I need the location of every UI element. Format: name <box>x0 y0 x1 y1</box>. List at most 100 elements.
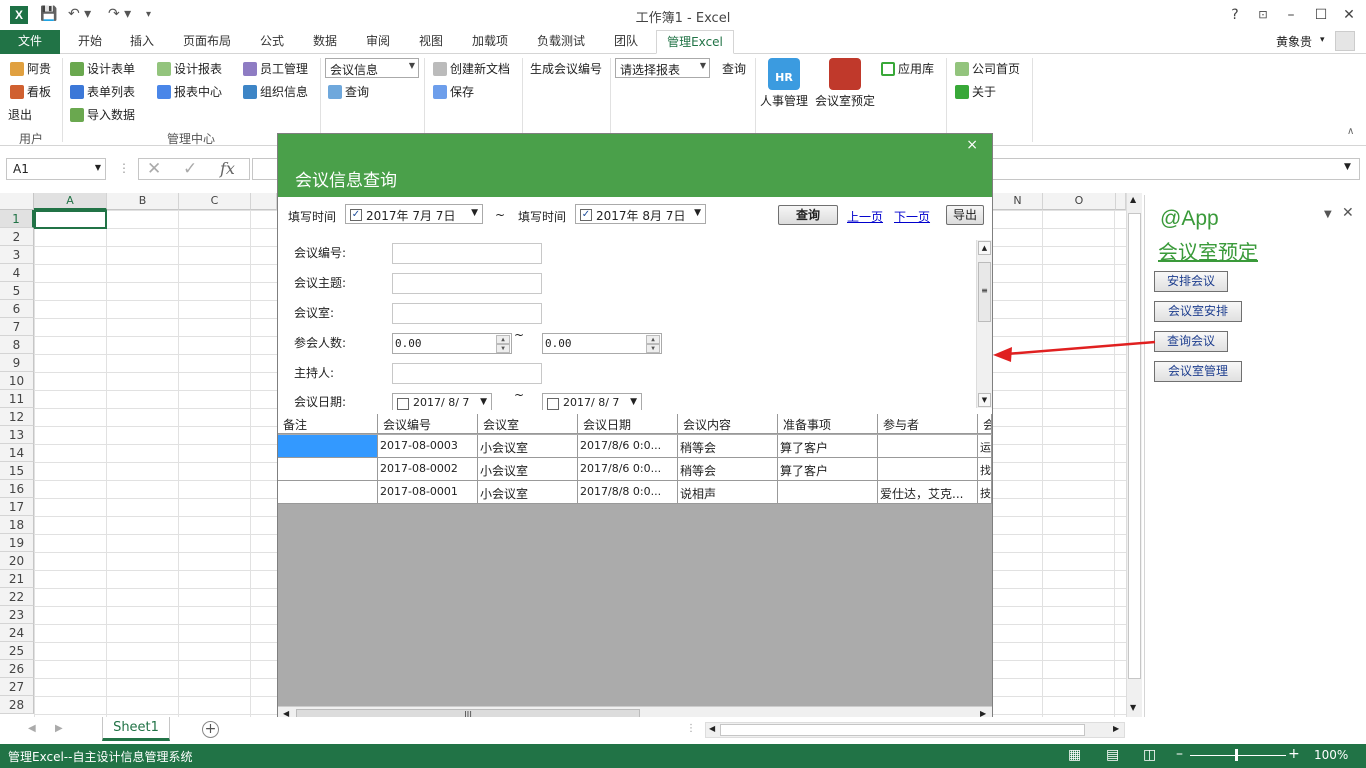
employee-button[interactable]: 员工管理 <box>243 60 308 77</box>
scroll-left-icon[interactable]: ◀ <box>709 724 715 733</box>
column-header[interactable]: 准备事项 <box>778 414 878 434</box>
prev-page-link[interactable]: 上一页 <box>847 208 883 225</box>
form-list-button[interactable]: 表单列表 <box>70 83 135 100</box>
hr-management-button[interactable]: HR 人事管理 <box>760 58 808 109</box>
prev-sheet-icon[interactable]: ◀ <box>28 723 36 734</box>
table-cell-remark[interactable] <box>278 435 378 458</box>
dashboard-button[interactable]: 看板 <box>10 83 51 100</box>
tab-formulas[interactable]: 公式 <box>252 30 292 54</box>
maximize-button[interactable]: ☐ <box>1310 5 1332 25</box>
report-center-button[interactable]: 报表中心 <box>157 83 222 100</box>
report-select[interactable]: 请选择报表 ▼ <box>615 58 710 78</box>
spin-up-icon[interactable]: ▲ <box>646 335 660 344</box>
expand-formula-icon[interactable]: ▼ <box>1344 162 1351 172</box>
column-header[interactable] <box>1116 193 1126 210</box>
avatar[interactable] <box>1335 31 1355 51</box>
row-header[interactable]: 24 <box>0 624 34 642</box>
tab-review[interactable]: 审阅 <box>358 30 398 54</box>
company-home-button[interactable]: 公司首页 <box>955 60 1020 77</box>
table-cell[interactable]: 找 <box>978 458 992 481</box>
row-header[interactable]: 21 <box>0 570 34 588</box>
column-header[interactable]: C <box>179 193 251 210</box>
column-header[interactable]: 会 <box>978 414 992 434</box>
table-cell-remark[interactable] <box>278 458 378 481</box>
close-button[interactable]: ✕ <box>1338 5 1360 25</box>
row-header[interactable]: 2 <box>0 228 34 246</box>
meeting-no-input[interactable] <box>392 243 542 264</box>
column-header[interactable]: O <box>1043 193 1116 210</box>
row-header[interactable]: 7 <box>0 318 34 336</box>
row-header[interactable]: 23 <box>0 606 34 624</box>
sheet-tab[interactable]: Sheet1 <box>102 717 170 741</box>
row-header[interactable]: 11 <box>0 390 34 408</box>
export-button[interactable]: 导出 <box>946 205 984 225</box>
spin-up-icon[interactable]: ▲ <box>496 335 510 344</box>
enter-icon[interactable]: ✓ <box>183 159 197 179</box>
host-input[interactable] <box>392 363 542 384</box>
count-max-stepper[interactable]: 0.00 ▲ ▼ <box>542 333 662 354</box>
room-management-button[interactable]: 会议室管理 <box>1154 361 1242 382</box>
scroll-down-icon[interactable]: ▼ <box>1130 703 1136 712</box>
row-header[interactable]: 16 <box>0 480 34 498</box>
next-sheet-icon[interactable]: ▶ <box>55 723 63 734</box>
column-header[interactable]: 参与者 <box>878 414 978 434</box>
ribbon-display-icon[interactable]: ⊡ <box>1252 5 1274 25</box>
row-header[interactable]: 12 <box>0 408 34 426</box>
checkbox-icon[interactable]: ✓ <box>350 209 362 221</box>
row-header[interactable]: 10 <box>0 372 34 390</box>
user-dropdown-icon[interactable]: ▾ <box>1320 35 1325 45</box>
zoom-in-icon[interactable]: + <box>1288 746 1300 762</box>
query-meeting-button[interactable]: 查询会议 <box>1154 331 1228 352</box>
row-header[interactable]: 19 <box>0 534 34 552</box>
table-cell[interactable] <box>878 458 978 481</box>
active-cell-a1[interactable] <box>34 210 107 229</box>
cancel-icon[interactable]: ✕ <box>147 159 161 179</box>
table-cell[interactable] <box>778 481 878 504</box>
design-report-button[interactable]: 设计报表 <box>157 60 222 77</box>
sheet-horizontal-scrollbar[interactable]: ◀ ▶ <box>705 722 1125 738</box>
to-date-picker[interactable]: ✓ 2017年 8月 7日 ▼ <box>575 204 706 224</box>
row-header[interactable]: 17 <box>0 498 34 516</box>
scroll-up-icon[interactable]: ▲ <box>978 241 991 255</box>
table-cell[interactable]: 算了客户 <box>778 458 878 481</box>
row-header[interactable]: 5 <box>0 282 34 300</box>
row-header[interactable]: 26 <box>0 660 34 678</box>
row-header[interactable]: 1 <box>0 210 34 228</box>
table-cell-remark[interactable] <box>278 481 378 504</box>
tab-page-layout[interactable]: 页面布局 <box>176 30 238 54</box>
meeting-date-from-picker[interactable]: 2017/ 8/ 7 ▼ <box>392 393 492 410</box>
column-header[interactable]: 备注 <box>278 414 378 434</box>
row-header[interactable]: 27 <box>0 678 34 696</box>
row-header[interactable]: 14 <box>0 444 34 462</box>
table-cell[interactable]: 2017-08-0001 <box>378 481 478 504</box>
column-header[interactable]: B <box>107 193 179 210</box>
row-header[interactable]: 22 <box>0 588 34 606</box>
from-date-picker[interactable]: ✓ 2017年 7月 7日 ▼ <box>345 204 483 224</box>
meeting-room-button[interactable]: 会议室预定 <box>815 58 875 109</box>
table-cell[interactable]: 2017/8/8 0:0... <box>578 481 678 504</box>
generate-meeting-no-button[interactable]: 生成会议编号 <box>530 60 602 77</box>
spin-down-icon[interactable]: ▼ <box>646 344 660 353</box>
row-header[interactable]: 28 <box>0 696 34 714</box>
split-handle[interactable]: ⋮ <box>686 723 696 734</box>
meeting-date-to-picker[interactable]: 2017/ 8/ 7 ▼ <box>542 393 642 410</box>
report-query-button[interactable]: 查询 <box>722 60 746 77</box>
table-cell[interactable]: 技 <box>978 481 992 504</box>
table-cell[interactable]: 2017/8/6 0:0... <box>578 458 678 481</box>
row-header[interactable]: 13 <box>0 426 34 444</box>
tab-manage-excel[interactable]: 管理Excel <box>656 30 734 54</box>
checkbox-icon[interactable]: ✓ <box>580 209 592 221</box>
scroll-right-icon[interactable]: ▶ <box>1113 724 1119 733</box>
tab-file[interactable]: 文件 <box>0 30 60 54</box>
room-schedule-button[interactable]: 会议室安排 <box>1154 301 1242 322</box>
page-break-icon[interactable]: ◫ <box>1143 747 1156 763</box>
import-data-button[interactable]: 导入数据 <box>70 106 135 123</box>
next-page-link[interactable]: 下一页 <box>894 208 930 225</box>
table-cell[interactable]: 爱仕达，艾克... <box>878 481 978 504</box>
table-cell[interactable]: 小会议室 <box>478 458 578 481</box>
form-scrollbar[interactable]: ▲ ≡ ▼ <box>976 240 992 408</box>
scroll-thumb[interactable] <box>1128 213 1141 679</box>
page-layout-icon[interactable]: ▤ <box>1106 747 1119 763</box>
table-cell[interactable]: 小会议室 <box>478 481 578 504</box>
tab-home[interactable]: 开始 <box>70 30 110 54</box>
